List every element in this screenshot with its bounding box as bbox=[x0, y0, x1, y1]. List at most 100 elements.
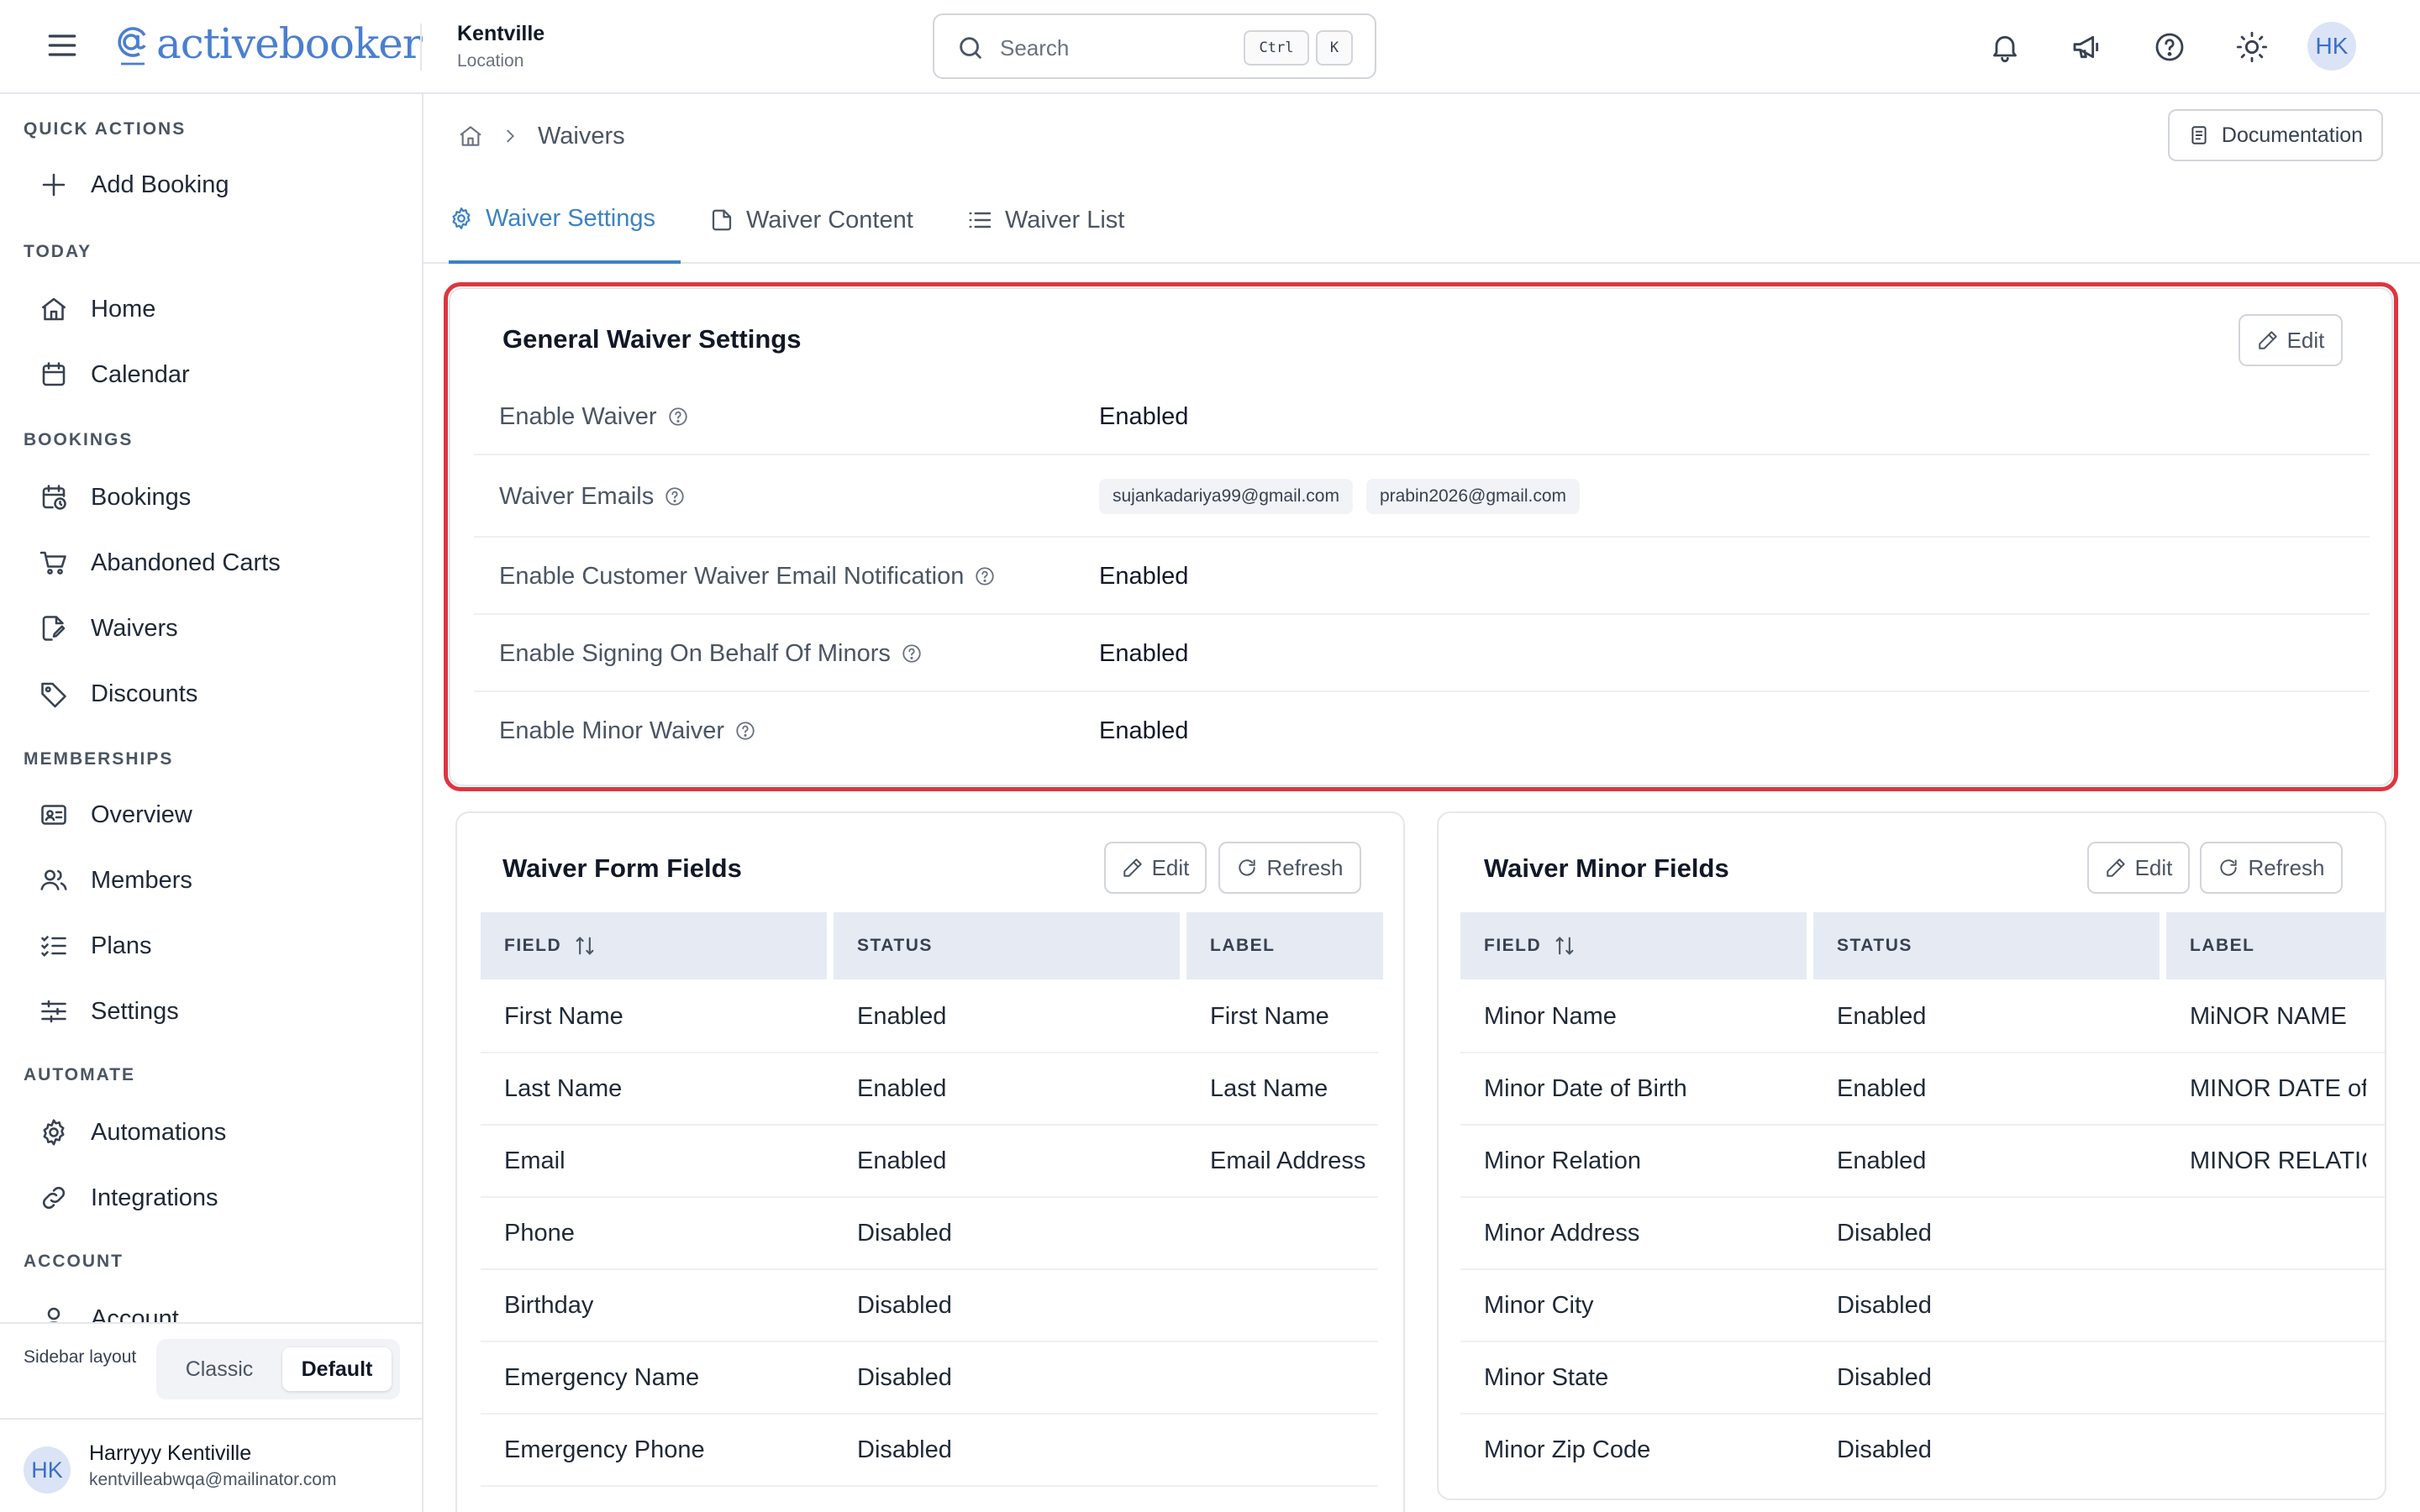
sun-icon[interactable] bbox=[2230, 25, 2274, 69]
sidebar-item-abandoned-carts[interactable]: Abandoned Carts bbox=[37, 538, 281, 588]
calendar-clock-icon bbox=[37, 480, 71, 514]
calendar-icon bbox=[37, 358, 71, 391]
sidebar-item-label: Overview bbox=[91, 801, 192, 828]
sidebar-item-discounts[interactable]: Discounts bbox=[37, 669, 197, 719]
help-icon[interactable] bbox=[2148, 25, 2191, 69]
sidebar-item-label: Abandoned Carts bbox=[91, 549, 281, 576]
divider bbox=[420, 24, 422, 71]
refresh-button[interactable]: Refresh bbox=[1218, 842, 1361, 894]
home-icon bbox=[37, 292, 71, 326]
sidebar-item-integrations[interactable]: Integrations bbox=[37, 1173, 218, 1223]
table-row: Email Enabled Email Address bbox=[481, 1126, 1378, 1198]
table-row: Minor Address Disabled bbox=[1460, 1198, 2385, 1270]
sidebar-footer: Sidebar layout Classic Default HK Harryy… bbox=[0, 1322, 422, 1512]
waiver-minor-fields-card: Waiver Minor Fields Edit Refresh FIELD S… bbox=[1437, 811, 2386, 1500]
table-header: FIELD STATUS LABEL bbox=[481, 912, 1390, 979]
table-row: Address Disabled bbox=[481, 1487, 1378, 1512]
users-icon bbox=[37, 864, 71, 897]
cell-label bbox=[1210, 1415, 1378, 1485]
top-bar: activebooker Kentville Location Search C… bbox=[0, 0, 2420, 94]
home-icon[interactable] bbox=[457, 123, 484, 150]
sidebar-item-label: Plans bbox=[91, 932, 152, 959]
refresh-button[interactable]: Refresh bbox=[2200, 842, 2343, 894]
logo[interactable]: activebooker bbox=[111, 12, 423, 76]
refresh-icon bbox=[2220, 859, 2238, 876]
column-header-field[interactable]: FIELD bbox=[481, 912, 827, 979]
layout-option-classic[interactable]: Classic bbox=[163, 1347, 276, 1391]
cell-field: Email bbox=[504, 1147, 566, 1174]
cell-field: Minor Zip Code bbox=[1484, 1436, 1651, 1463]
file-icon bbox=[712, 209, 732, 231]
sidebar-item-members[interactable]: Members bbox=[37, 855, 192, 906]
cell-label bbox=[2190, 1198, 2366, 1268]
edit-button[interactable]: Edit bbox=[2087, 842, 2190, 894]
cell-status: Disabled bbox=[857, 1291, 952, 1319]
cell-field: Last Name bbox=[504, 1074, 623, 1102]
cell-status: Disabled bbox=[1837, 1363, 1932, 1391]
menu-icon[interactable] bbox=[44, 27, 81, 64]
search-input[interactable]: Search Ctrl K bbox=[933, 13, 1376, 79]
sort-icon bbox=[576, 937, 594, 955]
edit-button[interactable]: Edit bbox=[1104, 842, 1207, 894]
sidebar-item-waivers[interactable]: Waivers bbox=[37, 603, 178, 654]
waiver-form-fields-card: Waiver Form Fields Edit Refresh FIELD ST… bbox=[455, 811, 1405, 1512]
refresh-label: Refresh bbox=[1266, 854, 1344, 880]
sidebar-item-overview[interactable]: Overview bbox=[37, 790, 192, 840]
pencil-icon bbox=[2106, 858, 2125, 877]
user-avatar[interactable]: HK bbox=[2307, 22, 2356, 71]
column-header-status: STATUS bbox=[834, 912, 1180, 979]
table-row: Minor Zip Code Disabled bbox=[1460, 1415, 2385, 1487]
column-header-field[interactable]: FIELD bbox=[1460, 912, 1807, 979]
notification-bell-icon[interactable] bbox=[1983, 25, 2027, 69]
tab-waiver-list[interactable]: Waiver List bbox=[966, 176, 1124, 264]
documentation-button[interactable]: Documentation bbox=[2168, 109, 2383, 161]
table-row: Birthday Disabled bbox=[481, 1270, 1378, 1342]
location-switcher[interactable]: Kentville Location bbox=[457, 22, 544, 71]
sidebar-item-plans[interactable]: Plans bbox=[37, 921, 152, 971]
gear-icon bbox=[37, 1116, 71, 1149]
sidebar-item-label: Waivers bbox=[91, 614, 178, 642]
file-signature-icon bbox=[37, 612, 71, 645]
table-row: Emergency Phone Disabled bbox=[481, 1415, 1378, 1487]
cart-icon bbox=[37, 546, 71, 580]
sidebar: QUICK ACTIONS Add Booking TODAY Home Cal… bbox=[0, 94, 424, 1512]
cell-status: Enabled bbox=[1837, 1074, 1927, 1102]
layout-option-default[interactable]: Default bbox=[282, 1347, 392, 1391]
sidebar-layout-label: Sidebar layout bbox=[24, 1347, 137, 1367]
column-header-label-col: LABEL bbox=[2166, 912, 2386, 979]
cell-status: Disabled bbox=[1837, 1219, 1932, 1247]
column-header-status: STATUS bbox=[1813, 912, 2160, 979]
cell-status: Disabled bbox=[857, 1436, 952, 1463]
cell-label bbox=[2190, 1342, 2366, 1413]
sidebar-item-automations[interactable]: Automations bbox=[37, 1107, 226, 1158]
cell-field: Emergency Name bbox=[504, 1363, 700, 1391]
id-card-icon bbox=[37, 798, 71, 832]
megaphone-icon[interactable] bbox=[2065, 25, 2109, 69]
sidebar-item-home[interactable]: Home bbox=[37, 284, 155, 334]
shortcut-k-key: K bbox=[1316, 30, 1353, 66]
cell-field: Minor State bbox=[1484, 1363, 1609, 1391]
column-header-label: FIELD bbox=[1484, 936, 1542, 955]
sidebar-item-settings[interactable]: Settings bbox=[37, 986, 179, 1037]
cell-label bbox=[2190, 1415, 2366, 1485]
tabs: Waiver Settings Waiver Content Waiver Li… bbox=[424, 176, 2420, 264]
search-placeholder: Search bbox=[1000, 35, 1070, 60]
table-row: Minor Name Enabled MiNOR NAME bbox=[1460, 981, 2385, 1053]
tab-waiver-content[interactable]: Waiver Content bbox=[709, 176, 913, 264]
book-icon bbox=[2191, 126, 2207, 144]
refresh-icon bbox=[1239, 859, 1256, 876]
sidebar-item-bookings[interactable]: Bookings bbox=[37, 472, 191, 522]
section-account: ACCOUNT bbox=[24, 1252, 124, 1271]
sidebar-item-add-booking[interactable]: Add Booking bbox=[37, 160, 229, 210]
table-row: Minor Relation Enabled MINOR RELATIC bbox=[1460, 1126, 2385, 1198]
cell-status: Enabled bbox=[857, 1074, 947, 1102]
logo-text: activebooker bbox=[156, 19, 423, 68]
cell-label bbox=[1210, 1487, 1378, 1512]
tab-waiver-settings[interactable]: Waiver Settings bbox=[449, 176, 681, 264]
table-row: Minor State Disabled bbox=[1460, 1342, 2385, 1415]
avatar[interactable]: HK bbox=[24, 1446, 71, 1494]
cell-label bbox=[1210, 1198, 1378, 1268]
user-email: kentvilleabwqa@mailinator.com bbox=[89, 1470, 337, 1489]
sidebar-item-calendar[interactable]: Calendar bbox=[37, 349, 190, 400]
column-header-label-col: LABEL bbox=[1186, 912, 1383, 979]
